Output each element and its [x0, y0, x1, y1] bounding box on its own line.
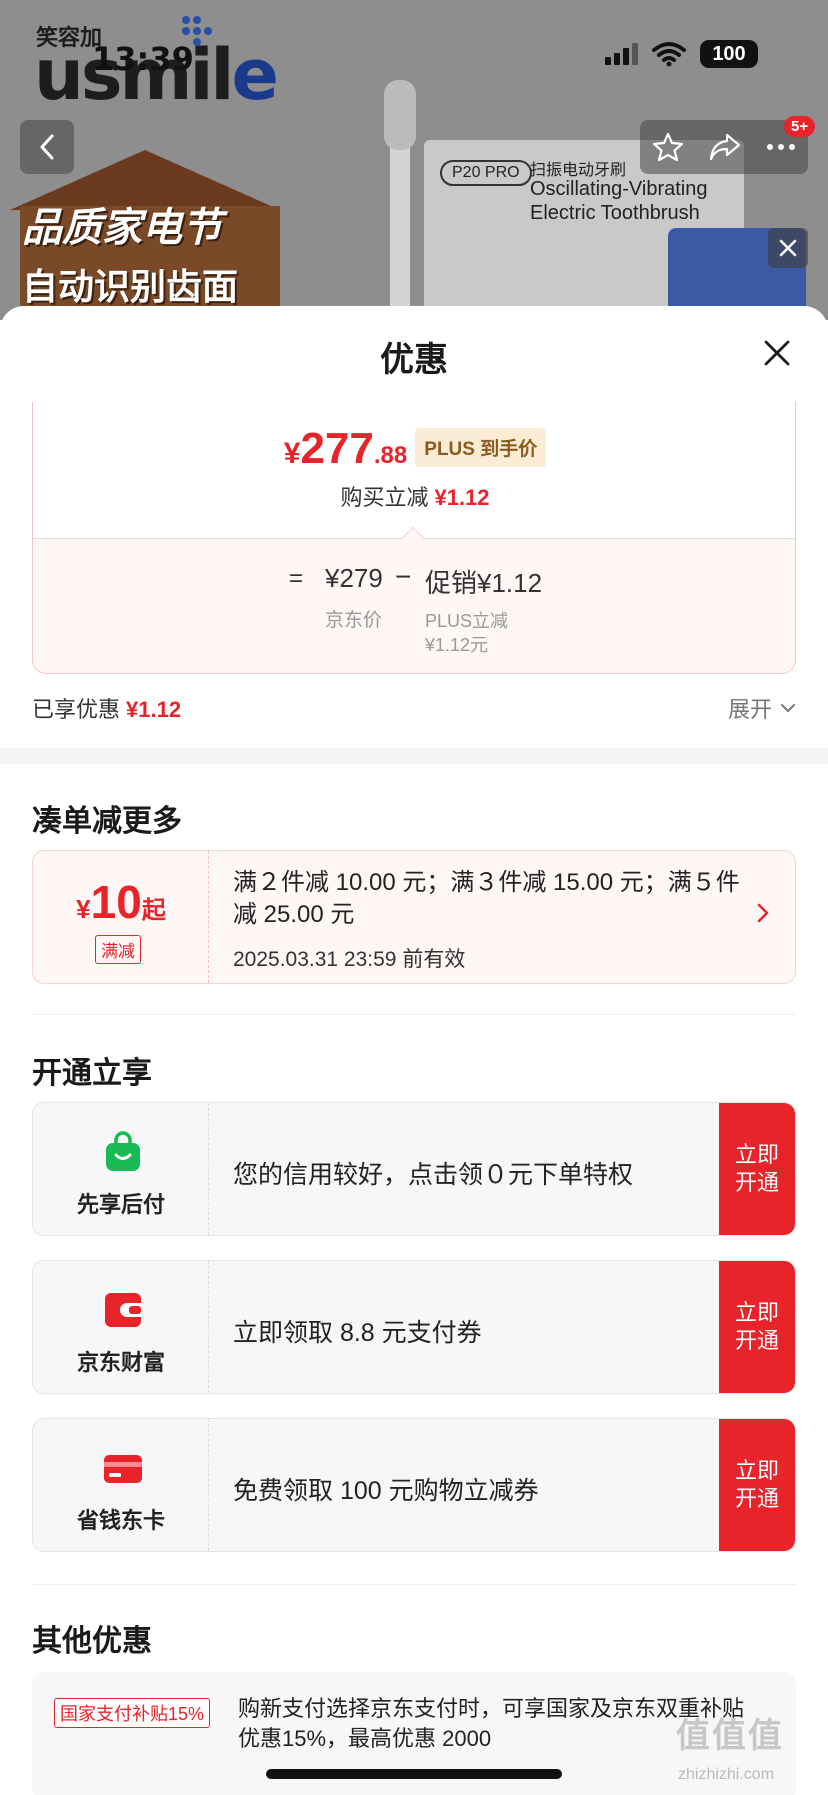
product-name-en-2: Electric Toothbrush: [530, 202, 700, 224]
coupon-validity: 2025.03.31 23:59 前有效: [233, 948, 466, 971]
service-name: 京东财富: [76, 1350, 165, 1375]
calc-plus-cut-value: ¥1.12元: [425, 635, 489, 655]
price-currency: ¥: [283, 437, 301, 470]
watermark-url: zhizhizhi.com: [678, 1766, 775, 1783]
discount-bottom-sheet: 优惠 ¥277.88 PLUS 到手价 购买立减 ¥1.12 = ¥279 − 促销…: [0, 306, 828, 1795]
wallet-icon: [105, 1293, 141, 1327]
calc-minus: −: [395, 561, 412, 592]
toothbrush-head-image: [384, 80, 416, 150]
price-decimal: .88: [373, 442, 408, 469]
final-price: ¥277.88 PLUS 到手价: [33, 424, 797, 474]
plus-price-tag: PLUS 到手价: [415, 428, 547, 467]
section-title-bundle: 凑单减更多: [32, 805, 182, 838]
service-description: 您的信用较好，点击领０元下单特权: [233, 1161, 634, 1189]
subsidy-tag: 国家支付补贴15%: [54, 1698, 211, 1728]
buy-cut-value: ¥1.12: [434, 485, 490, 510]
more-icon[interactable]: [766, 143, 796, 151]
sheet-title: 优惠: [380, 341, 448, 379]
share-icon[interactable]: [709, 132, 741, 162]
home-indicator: [266, 1769, 562, 1779]
chevron-left-icon: [40, 134, 54, 160]
product-name-en-1: Oscillating-Vibrating: [530, 178, 708, 200]
chevron-right-icon: [757, 903, 769, 923]
top-action-bar: [640, 120, 808, 174]
enjoyed-value: ¥1.12: [126, 697, 182, 722]
expand-button[interactable]: 展开: [728, 692, 796, 724]
calc-jd-price: ¥279: [325, 563, 383, 593]
enjoyed-discount: 已享优惠 ¥1.12: [32, 692, 181, 724]
coupon-value-panel: ¥10起 满减: [33, 851, 209, 983]
divider: [32, 1014, 796, 1015]
price-breakdown-box: ¥277.88 PLUS 到手价 购买立减 ¥1.12 = ¥279 − 促销¥1.…: [32, 402, 796, 674]
calc-equals: =: [289, 565, 304, 592]
close-icon: [779, 239, 797, 257]
service-card-jd-wealth[interactable]: 京东财富 立即领取 8.8 元支付券 立即开通: [32, 1260, 796, 1394]
promo-subtitle: 自动识别齿面: [22, 267, 239, 308]
cellular-signal-icon: [605, 43, 638, 65]
service-brand: 省钱东卡: [33, 1419, 209, 1551]
back-button[interactable]: [20, 120, 74, 174]
price-integer: 277: [300, 424, 374, 473]
close-icon[interactable]: [762, 338, 792, 368]
service-name: 省钱东卡: [76, 1508, 165, 1533]
calc-promo: 促销¥1.12: [425, 568, 543, 598]
buy-cut-label: 购买立减: [340, 485, 429, 510]
watermark-logo: 值值值: [676, 1717, 784, 1755]
floating-close-button[interactable]: [768, 228, 808, 268]
product-page-background: 笑容加 usmile 13:39 100 品质家电节 自动识别齿面 P20 PR…: [0, 0, 828, 320]
service-description: 立即领取 8.8 元支付券: [233, 1319, 482, 1347]
section-title-other: 其他优惠: [32, 1625, 152, 1658]
product-model-label: P20 PRO: [440, 160, 532, 186]
section-title-open: 开通立享: [32, 1057, 152, 1090]
open-now-button[interactable]: 立即开通: [719, 1261, 795, 1393]
enjoyed-label: 已享优惠: [32, 697, 121, 722]
service-brand: 京东财富: [33, 1261, 209, 1393]
wifi-icon: [652, 42, 686, 67]
service-brand: 先享后付: [33, 1103, 209, 1235]
status-icons: 100: [605, 40, 758, 68]
coupon-value: ¥10起: [76, 876, 166, 928]
section-gap: [0, 748, 828, 764]
service-card-savings-card[interactable]: 省钱东卡 免费领取 100 元购物立减券 立即开通: [32, 1418, 796, 1552]
coupon-description: 满２件减 10.00 元；满３件减 15.00 元；满５件减 25.00 元: [233, 869, 740, 928]
star-icon[interactable]: [652, 131, 684, 163]
price-calculation: = ¥279 − 促销¥1.12 京东价 PLUS立减 ¥1.12元: [33, 526, 795, 673]
buy-cut-line: 购买立减 ¥1.12: [33, 480, 797, 512]
product-name-cn: 扫振电动牙刷: [530, 162, 627, 179]
divider: [32, 1584, 796, 1585]
expand-label: 展开: [727, 697, 772, 722]
bundle-coupon-card[interactable]: ¥10起 满减 满２件减 10.00 元；满３件减 15.00 元；满５件减 2…: [32, 850, 796, 984]
service-description: 免费领取 100 元购物立减券: [233, 1477, 539, 1505]
coupon-type-tag: 满减: [95, 935, 141, 964]
open-now-button[interactable]: 立即开通: [719, 1103, 795, 1235]
calc-plus-cut-label: PLUS立减: [425, 611, 509, 631]
open-now-button[interactable]: 立即开通: [719, 1419, 795, 1551]
calc-jd-price-label: 京东价: [325, 610, 383, 631]
battery-indicator: 100: [700, 40, 758, 68]
message-count-badge: 5+: [784, 116, 816, 137]
service-card-pay-later[interactable]: 先享后付 您的信用较好，点击领０元下单特权 立即开通: [32, 1102, 796, 1236]
promo-title: 品质家电节: [22, 205, 222, 251]
shopping-bag-icon: [106, 1131, 140, 1171]
chevron-down-icon: [781, 704, 795, 712]
card-icon: [104, 1455, 142, 1483]
service-name: 先享后付: [76, 1192, 165, 1217]
status-time: 13:39: [92, 40, 194, 78]
